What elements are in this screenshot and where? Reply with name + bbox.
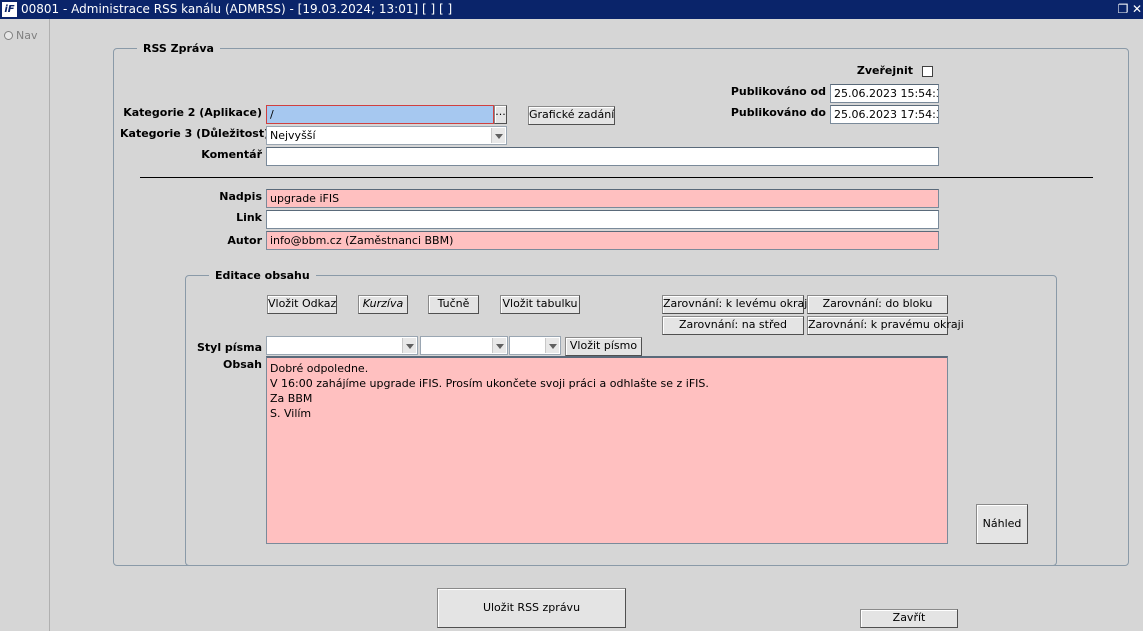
kategorie3-label: Kategorie 3 (Důležitost) (120, 127, 270, 140)
komentar-field[interactable] (266, 147, 939, 166)
vlozit-pismo-button[interactable]: Vložit písmo (565, 337, 642, 356)
obsah-line: S. Vilím (270, 407, 312, 420)
nav-label: Nav (16, 29, 38, 42)
app-logo-icon: iF (2, 2, 17, 17)
font-color-select[interactable] (420, 336, 508, 355)
nadpis-label: Nadpis (219, 190, 262, 203)
zarovnani-stred-button[interactable]: Zarovnání: na střed (662, 316, 804, 335)
obsah-line: V 16:00 zahájíme upgrade iFIS. Prosím uk… (270, 377, 709, 390)
graficke-zadani-button[interactable]: Grafické zadání (528, 106, 615, 125)
window-title: 00801 - Administrace RSS kanálu (ADMRSS)… (21, 2, 453, 16)
zarovnani-vlevo-button[interactable]: Zarovnání: k levému okraji (662, 295, 810, 314)
autor-label: Autor (227, 234, 262, 247)
chevron-down-icon[interactable] (402, 338, 416, 353)
kategorie2-field[interactable]: / (266, 105, 494, 124)
publikovano-do-label: Publikováno do (730, 106, 826, 119)
obsah-textarea[interactable]: Dobré odpoledne. V 16:00 zahájíme upgrad… (266, 356, 948, 544)
nahled-button[interactable]: Náhled (976, 504, 1028, 544)
kategorie2-label: Kategorie 2 (Aplikace) (123, 106, 262, 119)
styl-pisma-label: Styl písma (196, 341, 262, 354)
title-bar: iF 00801 - Administrace RSS kanálu (ADMR… (0, 0, 1143, 19)
obsah-line: Za BBM (270, 392, 313, 405)
ulozit-rss-zpravu-button[interactable]: Uložit RSS zprávu (437, 588, 626, 628)
chevron-down-icon[interactable] (491, 128, 505, 143)
kategorie2-lov-button[interactable]: ... (494, 105, 507, 124)
autor-field[interactable]: info@bbm.cz (Zaměstnanci BBM) (266, 231, 939, 250)
editace-obsahu-group-title: Editace obsahu (209, 269, 316, 282)
rss-zprava-group-title: RSS Zpráva (137, 42, 220, 55)
chevron-down-icon[interactable] (545, 338, 559, 353)
publikovano-od-label: Publikováno od (730, 85, 826, 98)
obsah-line: Dobré odpoledne. (270, 362, 369, 375)
link-field[interactable] (266, 210, 939, 229)
nav-radio-button[interactable] (4, 31, 13, 40)
zarovnani-blok-button[interactable]: Zarovnání: do bloku (807, 295, 948, 314)
restore-window-icon[interactable]: ❐ (1116, 1, 1130, 17)
nadpis-field[interactable]: upgrade iFIS (266, 189, 939, 208)
zverejnit-label: Zveřejnit (856, 64, 913, 77)
tucne-button[interactable]: Tučně (428, 295, 479, 314)
close-window-icon[interactable]: ✕ (1130, 1, 1143, 17)
zavrit-button[interactable]: Zavřít (860, 609, 958, 628)
publikovano-od-field[interactable]: 25.06.2023 15:54:39 (830, 84, 939, 103)
font-family-select[interactable] (266, 336, 418, 355)
font-size-select[interactable] (509, 336, 561, 355)
zarovnani-vpravo-button[interactable]: Zarovnání: k pravému okraji (807, 316, 964, 335)
chevron-down-icon[interactable] (492, 338, 506, 353)
komentar-label: Komentář (201, 148, 262, 161)
kategorie3-value: Nejvyšší (270, 129, 316, 142)
obsah-label: Obsah (222, 358, 262, 371)
separator-line (140, 177, 1093, 178)
vlozit-odkaz-button[interactable]: Vložit Odkaz (267, 295, 337, 314)
link-label: Link (236, 211, 262, 224)
nav-panel (0, 19, 50, 631)
zverejnit-checkbox[interactable] (922, 66, 933, 77)
kategorie3-select[interactable]: Nejvyšší (266, 126, 507, 145)
kurziva-button[interactable]: Kurzíva (358, 295, 408, 314)
publikovano-do-field[interactable]: 25.06.2023 17:54:39 (830, 105, 939, 124)
vlozit-tabulku-button[interactable]: Vložit tabulku (500, 295, 580, 314)
